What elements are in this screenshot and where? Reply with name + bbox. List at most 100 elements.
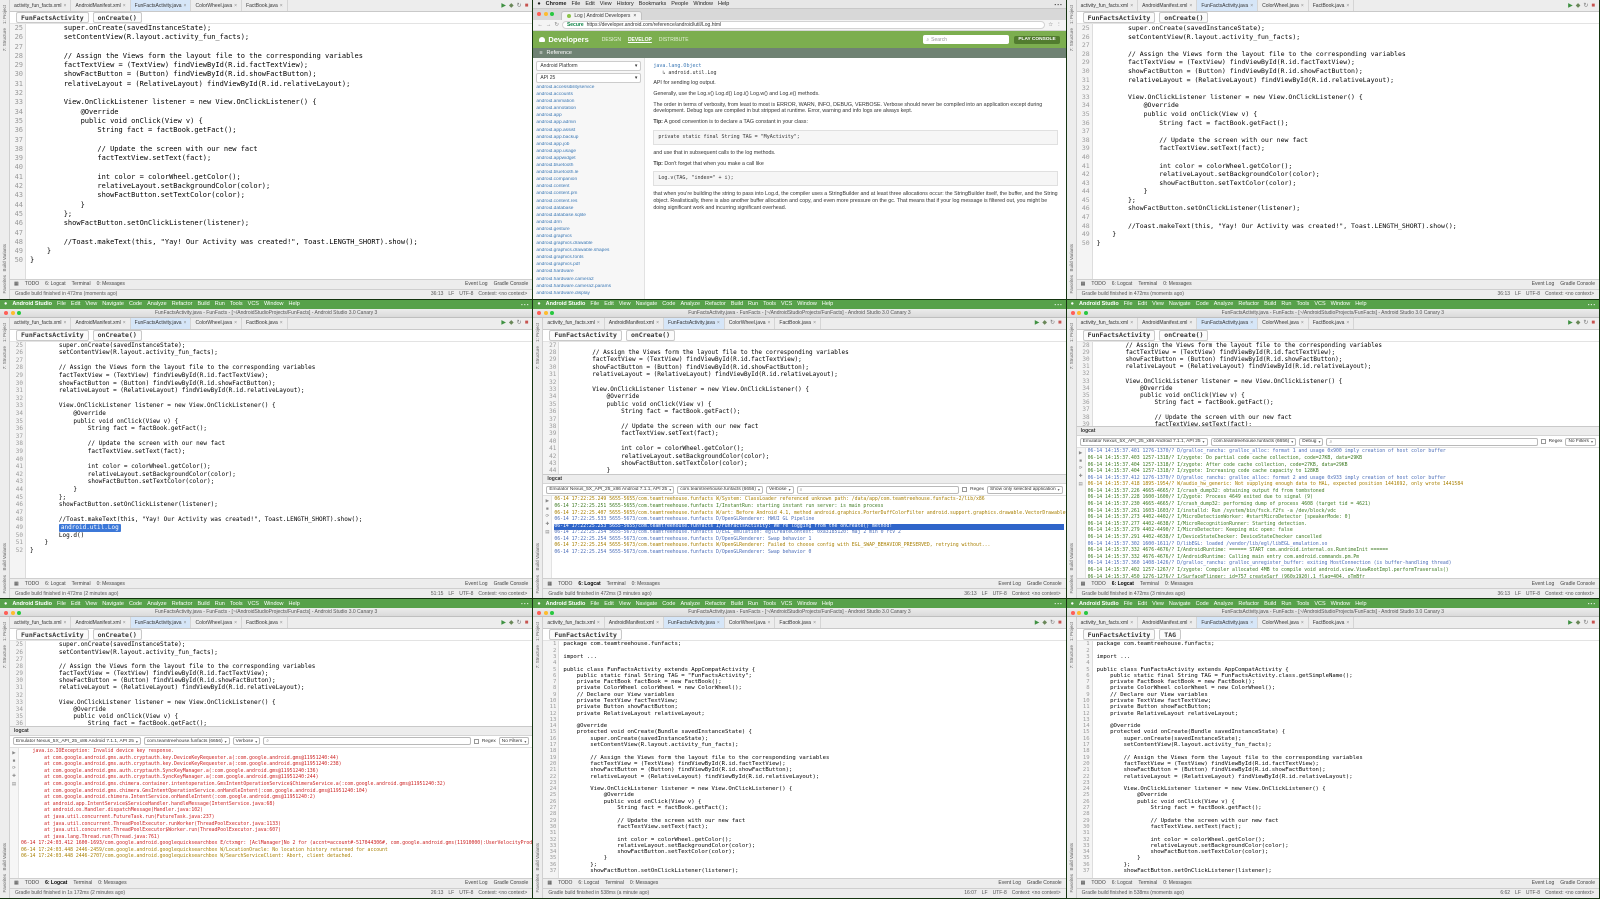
menu-item[interactable]: People	[671, 1, 688, 7]
bottom-tool-tab[interactable]: Gradle Console	[494, 880, 529, 886]
status-item[interactable]: Context: <no context>	[1012, 591, 1061, 597]
file-tab[interactable]: FunFactsActivity.java×	[1197, 617, 1258, 628]
status-item[interactable]: LF	[982, 890, 988, 896]
menu-item[interactable]: Android Studio	[1079, 601, 1119, 607]
file-tab[interactable]: AndroidManifest.xml×	[71, 0, 130, 11]
tool-window-button[interactable]: 7: Structure	[1069, 346, 1074, 369]
bottom-tool-tab[interactable]: Gradle Console	[1560, 281, 1595, 287]
minimize-window-icon[interactable]	[544, 611, 548, 615]
menu-item[interactable]: Analyze	[1214, 301, 1234, 307]
add-filter-icon[interactable]: ✚	[545, 521, 549, 527]
status-item[interactable]: Context: <no context>	[478, 890, 527, 896]
file-tab[interactable]: FunFactsActivity.java×	[131, 0, 192, 11]
debug-button[interactable]: ◆	[509, 320, 514, 326]
tool-window-button[interactable]: 7: Structure	[2, 645, 7, 668]
package-link[interactable]: android.graphics.drawable	[536, 241, 641, 246]
log-level-selector[interactable]: Debug▾	[1299, 438, 1323, 446]
logcat-output[interactable]: 06-14 17:22:25.249 5655-5655/com.teamtre…	[552, 496, 1065, 578]
zoom-window-icon[interactable]	[17, 311, 21, 315]
package-link[interactable]: android.animation	[536, 99, 641, 104]
device-selector[interactable]: Emulator Nexus_5X_API_25_x86 Android 7.1…	[13, 737, 141, 745]
gradle-sync-button[interactable]: ↻	[517, 3, 522, 9]
zoom-window-icon[interactable]	[17, 611, 21, 615]
menu-item[interactable]: Refactor	[705, 601, 726, 607]
file-tab[interactable]: activity_fun_facts.xml×	[543, 318, 604, 329]
menu-item[interactable]: Tools	[1296, 601, 1309, 607]
status-item[interactable]: UTF-8	[993, 591, 1007, 597]
bottom-tool-tab[interactable]: Event Log	[465, 880, 488, 886]
menu-item[interactable]: Android Studio	[12, 301, 52, 307]
stop-button[interactable]: ■	[1058, 320, 1062, 326]
menu-item[interactable]: Run	[215, 601, 225, 607]
menu-item[interactable]: Window	[264, 301, 284, 307]
close-tab-icon[interactable]: ×	[597, 320, 600, 326]
close-tab-icon[interactable]: ×	[184, 320, 187, 326]
restart-icon[interactable]: ⟳	[545, 513, 549, 519]
stop-button[interactable]: ■	[1058, 620, 1062, 626]
close-window-icon[interactable]	[1071, 611, 1075, 615]
window-controls[interactable]	[1071, 311, 1088, 315]
window-menu-icon[interactable]: ▦	[1081, 880, 1086, 886]
close-tab-icon[interactable]: ×	[234, 320, 237, 326]
menu-item[interactable]: VCS	[248, 301, 259, 307]
resume-icon[interactable]: ▶	[546, 498, 549, 504]
menu-item[interactable]: Refactor	[705, 301, 726, 307]
menu-item[interactable]: Build	[1264, 301, 1276, 307]
package-link[interactable]: android.app.assist	[536, 128, 641, 133]
status-item[interactable]: Context: <no context>	[1012, 890, 1061, 896]
bottom-tool-tab[interactable]: Event Log	[1532, 581, 1555, 587]
close-tab-icon[interactable]: ×	[1346, 320, 1349, 326]
close-tab-icon[interactable]: ×	[1130, 620, 1133, 626]
close-tab-icon[interactable]: ×	[717, 320, 720, 326]
logcat-search-input[interactable]: ⌕	[1326, 438, 1537, 446]
bottom-tool-tab[interactable]: 0: Messages	[1165, 581, 1193, 587]
bottom-tool-tab[interactable]: Event Log	[465, 281, 488, 287]
tool-window-button[interactable]: 7: Structure	[1069, 645, 1074, 668]
package-link[interactable]: android.drm	[536, 220, 641, 225]
menu-item[interactable]: VCS	[781, 301, 792, 307]
tool-window-button[interactable]: 1: Project	[1069, 323, 1074, 342]
menu-item[interactable]: Help	[822, 601, 833, 607]
bottom-tool-tab[interactable]: 0: Messages	[630, 880, 658, 886]
close-window-icon[interactable]	[1071, 311, 1075, 315]
window-controls[interactable]	[4, 611, 21, 615]
menu-item[interactable]: Code	[129, 601, 142, 607]
menu-item[interactable]: Refactor	[172, 601, 193, 607]
bottom-tool-tab[interactable]: TODO	[558, 581, 572, 587]
stop-icon[interactable]: ■	[13, 758, 16, 763]
file-tab[interactable]: AndroidManifest.xml×	[1138, 0, 1197, 11]
menu-item[interactable]: Window	[1331, 301, 1351, 307]
tool-window-button[interactable]: Favorites	[1069, 575, 1074, 594]
run-button[interactable]: ▶	[1568, 3, 1573, 9]
menu-item[interactable]: Analyze	[147, 601, 167, 607]
close-tab-icon[interactable]: ×	[280, 320, 283, 326]
bottom-tool-tab[interactable]: Terminal	[1138, 880, 1157, 886]
run-button[interactable]: ▶	[501, 3, 506, 9]
bottom-tool-tab[interactable]: 6: Logcat	[1112, 880, 1133, 886]
menu-item[interactable]: Refactor	[1238, 601, 1259, 607]
package-link[interactable]: android.content.pm	[536, 191, 641, 196]
browser-tab[interactable]: Log | Android Developers×	[561, 11, 642, 20]
settings-icon[interactable]: ▤	[12, 781, 16, 787]
file-tab[interactable]: activity_fun_facts.xml×	[543, 617, 604, 628]
add-filter-icon[interactable]: ✚	[12, 773, 16, 779]
minimize-window-icon[interactable]	[1077, 611, 1081, 615]
file-tab[interactable]: FactBook.java×	[242, 0, 288, 11]
bottom-tool-tab[interactable]: Terminal	[607, 581, 626, 587]
menu-item[interactable]: Android Studio	[546, 601, 586, 607]
status-item[interactable]: LF	[1515, 291, 1521, 297]
site-nav-item[interactable]: DESIGN	[602, 37, 621, 43]
apple-menu-icon[interactable]: ●	[1071, 301, 1074, 307]
logcat-output[interactable]: java.io.IOException: Invalid device key …	[19, 748, 532, 878]
settings-icon[interactable]: ▤	[545, 529, 549, 535]
stop-icon[interactable]: ■	[1079, 458, 1082, 463]
status-item[interactable]: Context: <no context>	[1545, 291, 1594, 297]
platform-selector[interactable]: Android Platform▾	[536, 61, 641, 71]
menu-item[interactable]: Code	[662, 301, 675, 307]
logcat-search-input[interactable]: ⌕	[797, 486, 960, 494]
regex-checkbox[interactable]	[474, 739, 479, 744]
bottom-tool-tab[interactable]: Terminal	[1138, 281, 1157, 287]
debug-button[interactable]: ◆	[509, 620, 514, 626]
bottom-tool-tab[interactable]: 6: Logcat	[45, 880, 67, 886]
window-controls[interactable]	[4, 311, 21, 315]
